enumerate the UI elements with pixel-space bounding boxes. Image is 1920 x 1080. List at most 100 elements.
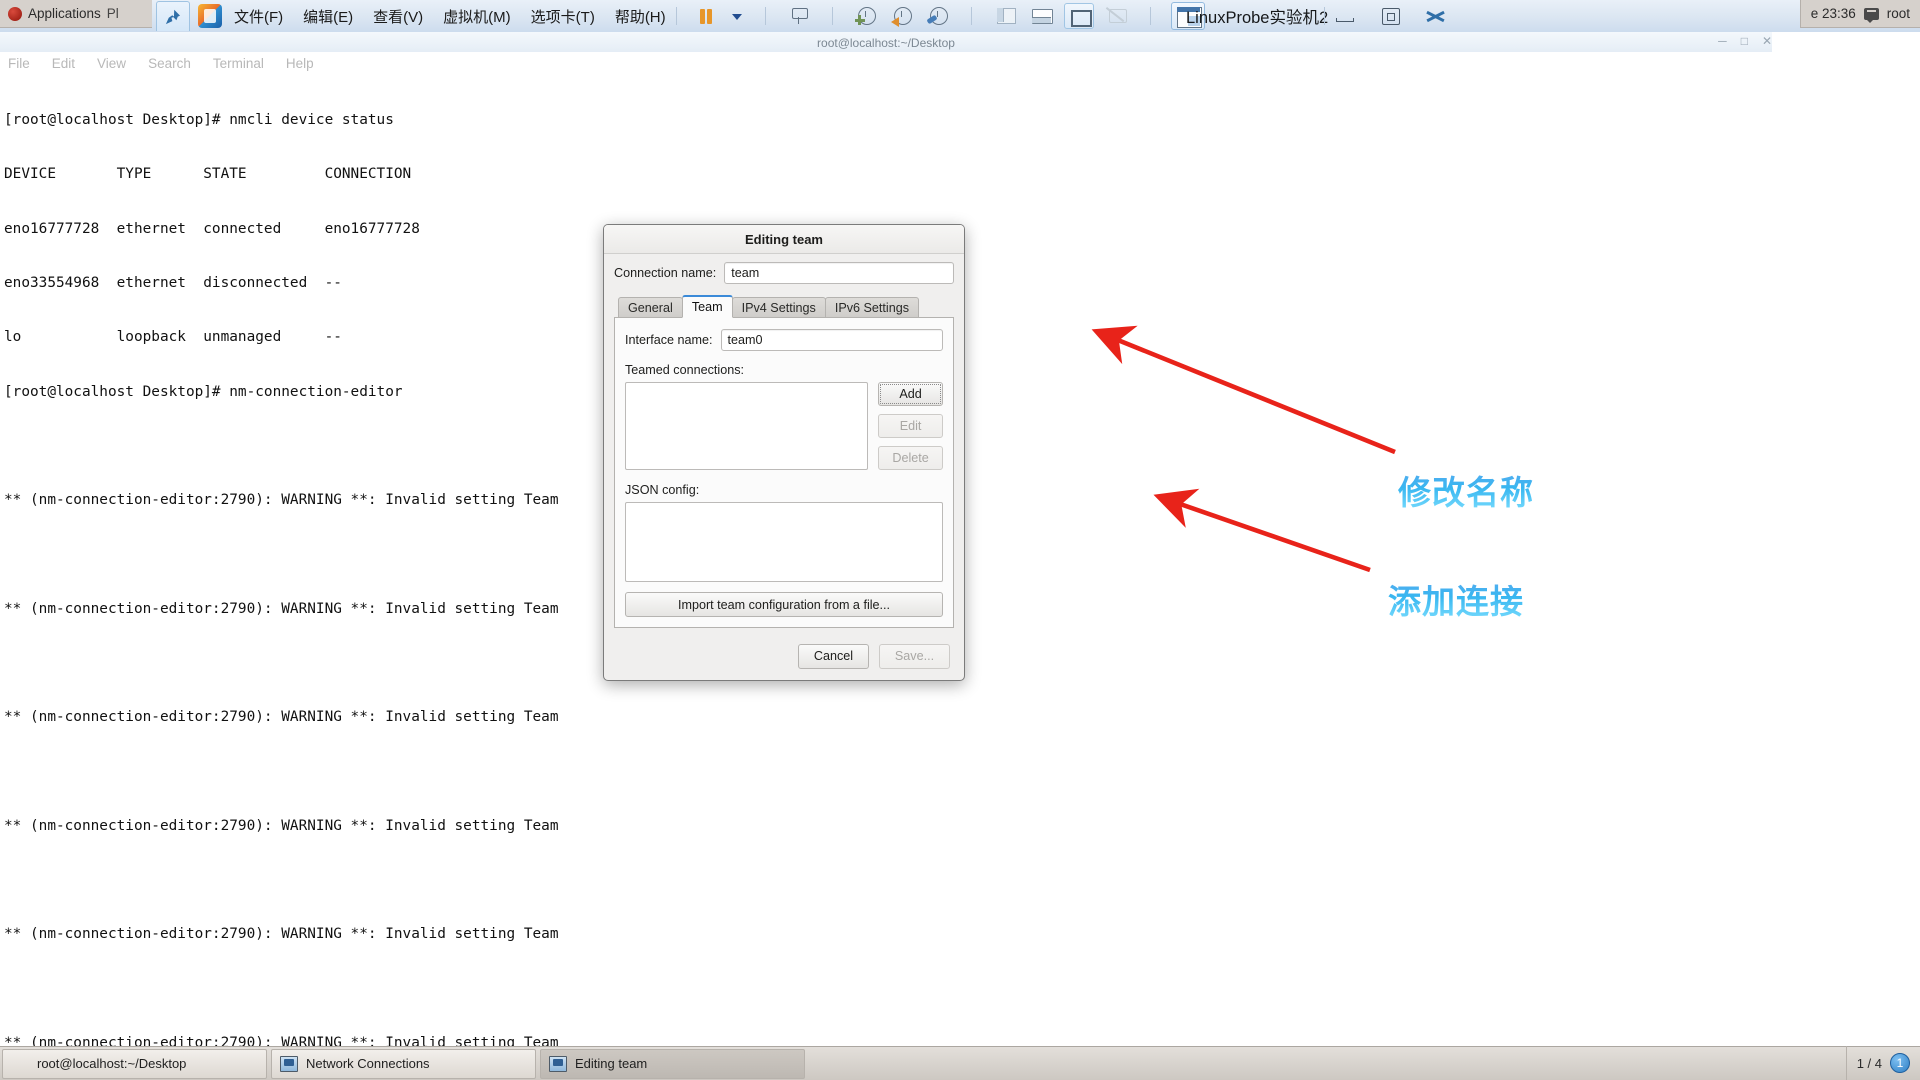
terminal-line: DEVICE TYPE STATE CONNECTION (4, 166, 412, 183)
dialog-footer: Cancel Save... (604, 632, 964, 680)
import-team-config-button[interactable]: Import team configuration from a file... (625, 592, 943, 617)
connection-name-row: Connection name: team (614, 262, 954, 284)
minimize-icon[interactable] (1334, 7, 1354, 25)
terminal-menu-search[interactable]: Search (148, 56, 191, 71)
teamed-connections-row: Add Edit Delete (625, 382, 943, 470)
gnome-applications-menu[interactable]: Applications Pl (0, 0, 152, 28)
taskbar-item-label: Network Connections (306, 1056, 430, 1071)
window-buttons (1334, 0, 1446, 32)
vm-menu-view[interactable]: 查看(V) (373, 6, 423, 27)
editing-team-dialog: Editing team Connection name: team Gener… (603, 224, 965, 681)
cancel-button[interactable]: Cancel (798, 643, 869, 669)
team-tab-panel: Interface name: team0 Teamed connections… (614, 317, 954, 628)
show-sidebar-icon[interactable] (992, 4, 1018, 28)
network-icon (280, 1055, 298, 1072)
json-config-textarea[interactable] (625, 502, 943, 582)
tab-ipv6-label: IPv6 Settings (834, 300, 910, 315)
workspace-switcher: 1 / 4 1 (1845, 1046, 1920, 1080)
connection-name-label: Connection name: (614, 266, 717, 280)
tab-general[interactable]: General (618, 297, 683, 318)
interface-name-input[interactable]: team0 (720, 329, 943, 351)
unity-mode-icon[interactable] (1104, 4, 1130, 28)
tab-ipv4-label: IPv4 Settings (741, 300, 816, 315)
terminal-menu-edit[interactable]: Edit (52, 56, 75, 71)
terminal-line: ** (nm-connection-editor:2790): WARNING … (4, 817, 559, 834)
take-snapshot-icon[interactable] (853, 4, 879, 28)
connection-name-input[interactable]: team (724, 262, 954, 284)
toolbar-separator (970, 7, 972, 25)
vm-menu-vm[interactable]: 虚拟机(M) (443, 6, 511, 27)
dropdown-caret-icon[interactable] (729, 4, 745, 28)
delete-button: Delete (878, 446, 943, 470)
manage-snapshots-icon[interactable] (925, 4, 951, 28)
toolbar-separator (675, 7, 677, 25)
json-config-label: JSON config: (625, 483, 700, 497)
toolbar-separator (764, 7, 766, 25)
toolbar-separator (831, 7, 833, 25)
connection-name-value: team (731, 266, 760, 280)
pin-tab-icon[interactable] (156, 1, 190, 31)
annotation-modify-name: 修改名称 (1398, 466, 1534, 514)
tab-ipv4-settings[interactable]: IPv4 Settings (731, 297, 826, 318)
vm-menu-help[interactable]: 帮助(H) (615, 6, 666, 27)
terminal-menu-terminal[interactable]: Terminal (213, 56, 264, 71)
pause-icon[interactable] (693, 4, 719, 28)
tab-team-label: Team (691, 300, 723, 314)
vmware-menubar: 文件(F) 编辑(E) 查看(V) 虚拟机(M) 选项卡(T) 帮助(H) (234, 6, 666, 27)
terminal-menu-view[interactable]: View (97, 56, 126, 71)
taskbar-item-network-connections[interactable]: Network Connections (271, 1048, 536, 1079)
show-console-view-icon[interactable] (1028, 4, 1054, 28)
taskbar: root@localhost:~/Desktop Network Connect… (0, 1046, 1920, 1080)
add-button[interactable]: Add (878, 382, 943, 406)
edit-button: Edit (878, 414, 943, 438)
terminal-line: [root@localhost Desktop]# nmcli device s… (4, 112, 394, 129)
terminal-menu-file[interactable]: File (8, 56, 30, 71)
arrow-badge-icon (890, 15, 901, 27)
user-label[interactable]: root (1887, 6, 1910, 21)
terminal-line: ** (nm-connection-editor:2790): WARNING … (4, 709, 559, 726)
terminal-menu-help[interactable]: Help (286, 56, 314, 71)
fullscreen-icon[interactable] (1063, 3, 1094, 29)
chat-icon[interactable] (1863, 7, 1879, 23)
tab-ipv6-settings[interactable]: IPv6 Settings (824, 297, 920, 318)
guest-close-icon[interactable]: ✕ (1762, 34, 1772, 48)
close-icon[interactable] (1426, 7, 1446, 25)
guest-window-title: root@localhost:~/Desktop (0, 32, 1772, 54)
applications-label[interactable]: Applications (28, 6, 101, 21)
places-label[interactable]: Pl (107, 6, 119, 21)
restore-icon[interactable] (1380, 7, 1400, 25)
teamed-connections-label: Teamed connections: (625, 363, 745, 377)
revert-snapshot-icon[interactable] (889, 4, 915, 28)
dialog-title: Editing team (744, 231, 823, 247)
vm-menu-file[interactable]: 文件(F) (234, 6, 283, 27)
wrench-badge-icon (927, 15, 937, 25)
tab-team[interactable]: Team (681, 295, 733, 318)
guest-window-title-label: root@localhost:~/Desktop (817, 36, 955, 50)
vmware-toolbar-buttons (693, 2, 1205, 30)
dialog-title-bar: Editing team (604, 225, 964, 254)
clock-label[interactable]: e 23:36 (1811, 6, 1856, 21)
terminal-menubar: File Edit View Search Terminal Help (0, 52, 1920, 74)
guest-window-buttons: ─ □ ✕ (1718, 34, 1772, 48)
taskbar-item-editing-team[interactable]: Editing team (540, 1048, 805, 1079)
vm-title: LinuxProbe实验机2 (1186, 0, 1328, 32)
teamed-connections-buttons: Add Edit Delete (878, 382, 943, 470)
network-snapshot-icon[interactable] (786, 4, 812, 28)
vm-title-label: LinuxProbe实验机2 (1186, 9, 1329, 27)
interface-name-row: Interface name: team0 (625, 329, 943, 351)
gnome-status-area: e 23:36 root (1799, 0, 1920, 28)
vm-menu-tabs[interactable]: 选项卡(T) (531, 6, 595, 27)
redhat-logo-icon (8, 6, 22, 21)
guest-minimize-icon[interactable]: ─ (1718, 34, 1727, 48)
guest-maximize-icon[interactable]: □ (1741, 34, 1748, 48)
vm-menu-edit[interactable]: 编辑(E) (303, 6, 353, 27)
taskbar-item-terminal[interactable]: root@localhost:~/Desktop (2, 1048, 267, 1079)
plus-badge-icon (854, 15, 865, 25)
toolbar-separator (1149, 7, 1151, 25)
pager-label: 1 / 4 (1856, 1055, 1882, 1071)
workspace-indicator[interactable]: 1 (1890, 1053, 1910, 1073)
teamed-connections-list[interactable] (625, 382, 869, 470)
taskbar-item-label: Editing team (575, 1056, 648, 1071)
